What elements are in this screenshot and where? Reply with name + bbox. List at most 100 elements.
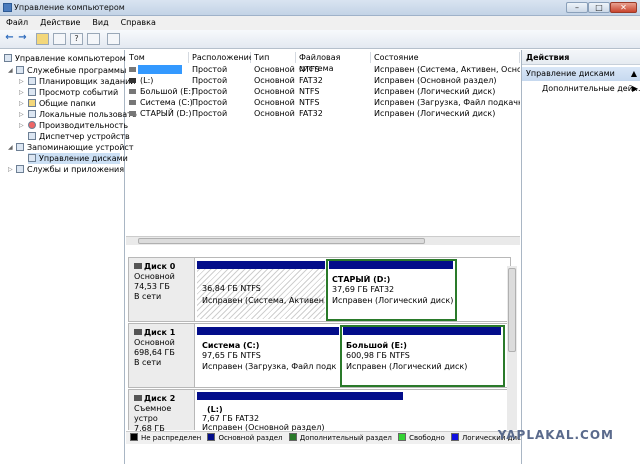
- menu-view[interactable]: Вид: [86, 16, 114, 27]
- table-row[interactable]: СТАРЫЙ (D:) Простой Основной FAT32 Испра…: [126, 108, 520, 119]
- tree-item-event-viewer[interactable]: ▷ Просмотр событий: [19, 87, 118, 98]
- disk-kind: Основной: [134, 272, 175, 281]
- cell-fs: NTFS: [299, 98, 320, 107]
- column-header-layout[interactable]: Расположение: [189, 52, 254, 63]
- disk-0-row: Диск 0 Основной 74,53 ГБ В сети 36,84 ГБ…: [128, 257, 511, 322]
- partition-bar: [197, 327, 339, 335]
- collapse-icon[interactable]: ◢: [8, 142, 13, 153]
- column-header-filesystem[interactable]: Файловая система: [296, 52, 371, 73]
- clock-icon: [28, 77, 36, 85]
- expand-icon[interactable]: ▷: [19, 76, 24, 87]
- partition[interactable]: 36,84 ГБ NTFS Исправен (Система, Активен…: [197, 261, 325, 319]
- disk-kind: Съемное устро: [134, 404, 172, 423]
- back-button[interactable]: ←: [3, 33, 16, 45]
- scrollbar-thumb[interactable]: [138, 238, 425, 244]
- disk-2-label[interactable]: Диск 2 Съемное устро 7,68 ГБ В сети: [129, 390, 195, 443]
- cell-fs: NTFS: [299, 65, 320, 74]
- console-icon[interactable]: [87, 33, 100, 45]
- partition-size: 36,84 ГБ NTFS: [202, 284, 261, 293]
- tree-item-device-manager[interactable]: Диспетчер устройств: [28, 131, 130, 142]
- tree-item-disk-management[interactable]: Управление дисками: [28, 153, 128, 164]
- partition-status: Исправен (Загрузка, Файл подкачки,: [202, 362, 336, 371]
- legend-label: Дополнительный раздел: [299, 434, 392, 442]
- expand-icon[interactable]: ▷: [8, 164, 13, 175]
- tree-item-local-users[interactable]: ▷ Локальные пользовато: [19, 109, 137, 120]
- tree-item-task-scheduler[interactable]: ▷ Планировщик заданий: [19, 76, 135, 87]
- collapse-arrow-icon[interactable]: ▲: [631, 67, 637, 81]
- cell-status: Исправен (Система, Активен, Основно: [374, 65, 520, 74]
- column-header-volume[interactable]: Том: [126, 52, 189, 63]
- horizontal-scrollbar[interactable]: [126, 236, 520, 245]
- table-row[interactable]: Система (C:) Простой Основной NTFS Испра…: [126, 97, 520, 108]
- cell-volume: (L:): [140, 76, 154, 85]
- settings-icon[interactable]: [107, 33, 120, 45]
- disk-icon: [134, 329, 142, 335]
- partition-title: Большой (E:): [346, 341, 407, 350]
- partition[interactable]: Большой (E:) 600,98 ГБ NTFS Исправен (Ло…: [340, 325, 505, 387]
- tree-item-storage[interactable]: Запоминающие устройст: [16, 142, 133, 153]
- disk-name: Диск 1: [144, 328, 176, 337]
- table-row[interactable]: Большой (E:) Простой Основной NTFS Испра…: [126, 86, 520, 97]
- partition-status: Исправен (Логический диск): [346, 362, 468, 371]
- watermark: YAPLAKAL.COM: [497, 428, 614, 442]
- table-row[interactable]: (L:) Простой Основной FAT32 Исправен (Ос…: [126, 75, 520, 86]
- menu-help[interactable]: Справка: [115, 16, 162, 27]
- disk-1-label[interactable]: Диск 1 Основной 698,64 ГБ В сети: [129, 324, 195, 387]
- menu-action[interactable]: Действие: [34, 16, 86, 27]
- column-header-type[interactable]: Тип: [251, 52, 296, 63]
- cell-status: Исправен (Основной раздел): [374, 76, 497, 85]
- title-bar: Управление компьютером – □ ✕: [0, 0, 640, 16]
- legend-swatch-extended: [288, 433, 297, 441]
- expand-icon[interactable]: ▷: [19, 109, 24, 120]
- properties-icon[interactable]: [53, 33, 66, 45]
- volume-name-selected: [138, 65, 182, 74]
- partition-bar: [197, 261, 325, 269]
- legend-swatch-free: [398, 433, 407, 441]
- tree-item-performance[interactable]: ▷ Производительность: [19, 120, 128, 131]
- minimize-button[interactable]: –: [566, 2, 588, 13]
- disk-kind: Основной: [134, 338, 175, 347]
- toolbar: ← → ?: [0, 30, 640, 49]
- submenu-arrow-icon: ▶: [632, 84, 639, 93]
- expand-icon[interactable]: ▷: [19, 87, 24, 98]
- partition[interactable]: (L:) 7,67 ГБ FAT32 Исправен (Основной ра…: [197, 392, 403, 432]
- collapse-icon[interactable]: ◢: [8, 65, 13, 76]
- cell-layout: Простой: [192, 98, 228, 107]
- actions-section-disk-management[interactable]: Управление дисками ▲: [522, 67, 640, 81]
- cell-layout: Простой: [192, 76, 228, 85]
- scrollbar-thumb[interactable]: [508, 268, 516, 352]
- partition-size: 97,65 ГБ NTFS: [202, 351, 261, 360]
- help-icon[interactable]: ?: [70, 33, 83, 45]
- cell-type: Основной: [254, 109, 295, 118]
- partition-bar: [329, 261, 453, 269]
- drive-icon: [129, 111, 136, 116]
- up-folder-icon[interactable]: [36, 33, 49, 45]
- tree-item-services[interactable]: Службы и приложения: [16, 164, 124, 175]
- more-actions-item[interactable]: Дополнительные дей... ▶: [542, 83, 640, 95]
- partition[interactable]: Система (C:) 97,65 ГБ NTFS Исправен (Заг…: [197, 327, 339, 385]
- vertical-scrollbar[interactable]: [507, 266, 517, 430]
- legend-swatch-primary: [207, 433, 216, 441]
- partition-selected[interactable]: СТАРЫЙ (D:) 37,69 ГБ FAT32 Исправен (Лог…: [326, 259, 457, 321]
- disk-1-row: Диск 1 Основной 698,64 ГБ В сети Система…: [128, 323, 511, 388]
- tree-root[interactable]: Управление компьютером (л: [4, 53, 137, 64]
- column-header-status[interactable]: Состояние: [371, 52, 520, 63]
- drive-icon: [129, 100, 136, 105]
- computer-management-icon: [4, 54, 12, 62]
- cell-layout: Простой: [192, 87, 228, 96]
- partition-status: Исправен (Логический диск): [332, 296, 454, 305]
- menu-file[interactable]: Файл: [0, 16, 34, 27]
- expand-icon[interactable]: ▷: [19, 98, 24, 109]
- tree-item-utilities[interactable]: Служебные программы: [16, 65, 126, 76]
- forward-button[interactable]: →: [16, 33, 29, 45]
- actions-pane: Действия Управление дисками ▲ Дополнитель…: [521, 50, 640, 464]
- maximize-button[interactable]: □: [588, 2, 610, 13]
- users-icon: [28, 110, 36, 118]
- tree-item-shared-folders[interactable]: ▷ Общие папки: [19, 98, 96, 109]
- table-row[interactable]: Простой Основной NTFS Исправен (Система,…: [126, 64, 520, 75]
- disk-icon: [134, 263, 142, 269]
- disk-0-label[interactable]: Диск 0 Основной 74,53 ГБ В сети: [129, 258, 195, 321]
- close-button[interactable]: ✕: [610, 2, 637, 13]
- disk-name: Диск 2: [144, 394, 176, 403]
- expand-icon[interactable]: ▷: [19, 120, 24, 131]
